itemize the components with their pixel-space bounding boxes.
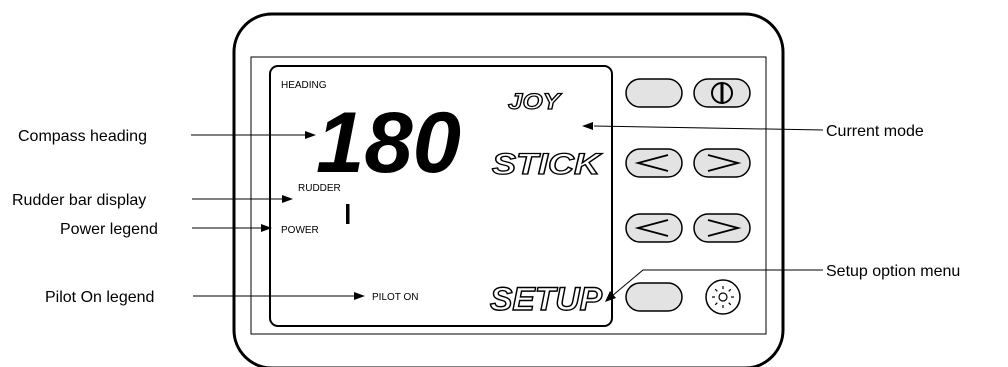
power-button[interactable] <box>693 78 751 108</box>
callout-setup-option-menu: Setup option menu <box>826 263 960 280</box>
callout-current-mode: Current mode <box>826 123 924 140</box>
heading-label: HEADING <box>281 80 327 91</box>
left-arrow-button-2[interactable] <box>625 213 683 243</box>
power-label: POWER <box>281 225 319 236</box>
callout-rudder-bar-display: Rudder bar display <box>12 192 146 209</box>
setup-menu-value: SETUP <box>490 281 603 317</box>
right-arrow-button-2[interactable] <box>693 213 751 243</box>
backlight-button[interactable] <box>705 279 741 315</box>
blank-button-top[interactable] <box>625 78 683 108</box>
right-arrow-button-1[interactable] <box>693 148 751 178</box>
blank-button-bottom[interactable] <box>625 282 683 312</box>
pilot-on-label: PILOT ON <box>372 292 419 303</box>
callout-compass-heading: Compass heading <box>18 128 147 145</box>
callout-pilot-on-legend: Pilot On legend <box>45 289 154 306</box>
mode-line-2: STICK <box>492 148 603 181</box>
left-arrow-button-1[interactable] <box>625 148 683 178</box>
mode-line-1: JOY <box>508 89 563 114</box>
rudder-bar <box>346 204 350 224</box>
heading-value: 180 <box>316 95 461 191</box>
rudder-label: RUDDER <box>298 183 341 194</box>
autopilot-controller-diagram: HEADING 180 JOY STICK RUDDER POWER PILOT… <box>12 12 960 367</box>
callout-power-legend: Power legend <box>60 221 158 238</box>
